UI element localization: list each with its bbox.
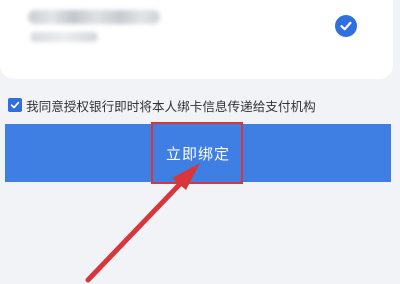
agreement-text: 我同意授权银行即时将本人绑卡信息传递给支付机构	[26, 98, 316, 114]
check-circle-icon[interactable]	[335, 15, 357, 37]
bind-now-button[interactable]: 立即绑定	[5, 124, 391, 182]
checkbox-checked-icon[interactable]	[8, 98, 22, 112]
bind-now-label: 立即绑定	[165, 145, 230, 163]
check-mark-icon	[10, 101, 20, 109]
agreement-row[interactable]: 我同意授权银行即时将本人绑卡信息传递给支付机构	[8, 95, 316, 115]
masked-card-info	[28, 10, 160, 24]
bank-card-option[interactable]	[0, 0, 393, 79]
masked-card-info-secondary	[30, 32, 98, 42]
check-mark-icon	[340, 21, 352, 31]
